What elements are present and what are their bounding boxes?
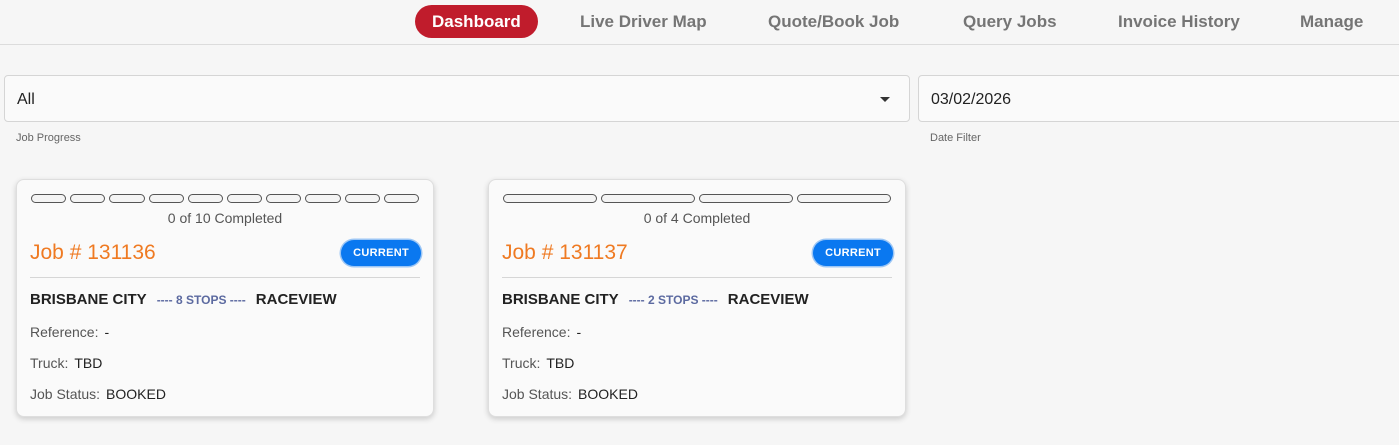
progress-segment: [797, 194, 891, 203]
date-filter-helper: Date Filter: [930, 132, 981, 144]
date-filter-input[interactable]: 03/02/2026: [918, 75, 1399, 122]
top-navigation: Dashboard Live Driver Map Quote/Book Job…: [0, 0, 1399, 45]
origin: BRISBANE CITY: [502, 291, 619, 308]
stops-count: ---- 8 STOPS ----: [156, 292, 246, 307]
job-number[interactable]: Job # 131136: [30, 241, 156, 265]
job-status-value: BOOKED: [106, 386, 166, 402]
nav-invoice-history[interactable]: Invoice History: [1118, 5, 1240, 38]
stop-progress-bar: [503, 194, 891, 203]
job-status-row: Job Status: BOOKED: [502, 386, 638, 402]
progress-segment: [227, 194, 263, 203]
stops-count: ---- 2 STOPS ----: [628, 292, 718, 307]
destination: RACEVIEW: [255, 291, 337, 308]
completed-count: 0 of 10 Completed: [167, 210, 283, 226]
job-status-row: Job Status: BOOKED: [30, 386, 166, 402]
nav-manage[interactable]: Manage: [1300, 5, 1363, 38]
nav-quote-book-job[interactable]: Quote/Book Job: [768, 5, 899, 38]
nav-live-driver-map[interactable]: Live Driver Map: [580, 5, 707, 38]
destination: RACEVIEW: [727, 291, 809, 308]
origin: BRISBANE CITY: [30, 291, 147, 308]
stop-progress-bar: [31, 194, 420, 203]
reference-value: -: [104, 324, 110, 340]
route: BRISBANE CITY ---- 8 STOPS ---- RACEVIEW: [30, 291, 337, 308]
dropdown-arrow-icon[interactable]: [880, 97, 890, 102]
status-badge: CURRENT: [813, 240, 893, 266]
progress-segment: [70, 194, 106, 203]
truck-label: Truck:: [30, 355, 69, 371]
job-card[interactable]: 0 of 4 Completed Job # 131137 CURRENT BRISB…: [488, 179, 906, 417]
job-progress-helper: Job Progress: [16, 132, 81, 144]
progress-segment: [305, 194, 341, 203]
reference-row: Reference: -: [30, 324, 109, 340]
progress-segment: [601, 194, 695, 203]
reference-label: Reference:: [30, 324, 99, 340]
truck-value: TBD: [74, 355, 103, 371]
reference-value: -: [576, 324, 582, 340]
divider: [502, 277, 892, 278]
job-progress-value: All: [17, 91, 35, 108]
status-badge: CURRENT: [341, 240, 421, 266]
progress-segment: [699, 194, 793, 203]
nav-query-jobs[interactable]: Query Jobs: [963, 5, 1057, 38]
progress-segment: [503, 194, 597, 203]
progress-segment: [148, 194, 184, 203]
truck-row: Truck: TBD: [30, 355, 102, 371]
truck-row: Truck: TBD: [502, 355, 574, 371]
divider: [30, 277, 420, 278]
nav-dashboard[interactable]: Dashboard: [415, 5, 538, 38]
job-number[interactable]: Job # 131137: [502, 241, 628, 265]
job-card[interactable]: 0 of 10 Completed Job # 131136 CURRENT BRIS…: [16, 179, 434, 417]
job-progress-select[interactable]: All: [4, 75, 910, 122]
truck-label: Truck:: [502, 355, 541, 371]
progress-segment: [109, 194, 145, 203]
truck-value: TBD: [546, 355, 575, 371]
reference-row: Reference: -: [502, 324, 581, 340]
completed-count: 0 of 4 Completed: [643, 210, 751, 226]
progress-segment: [266, 194, 302, 203]
progress-segment: [187, 194, 224, 203]
progress-segment: [31, 194, 67, 203]
job-status-value: BOOKED: [578, 386, 638, 402]
date-filter-value: 03/02/2026: [931, 91, 1012, 108]
progress-segment: [344, 194, 380, 203]
job-status-label: Job Status:: [502, 386, 573, 402]
route: BRISBANE CITY ---- 2 STOPS ---- RACEVIEW: [502, 291, 809, 308]
reference-label: Reference:: [502, 324, 571, 340]
job-status-label: Job Status:: [30, 386, 101, 402]
progress-segment: [383, 194, 420, 203]
